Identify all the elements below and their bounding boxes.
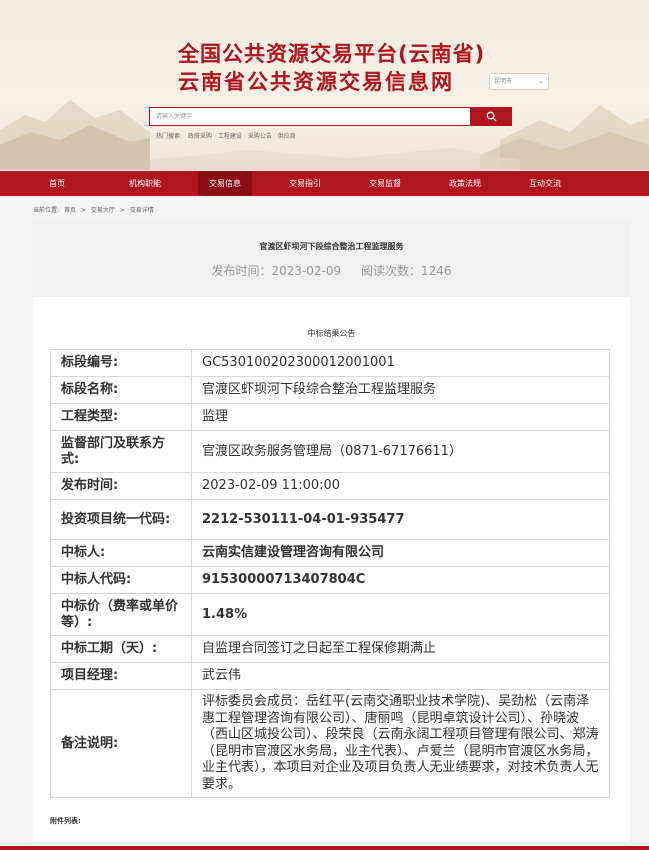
row-value: GC5301002023000120010​01 [191, 349, 610, 377]
row-key: 中标人: [50, 539, 192, 567]
footer-bar [0, 846, 649, 850]
row-key: 中标人代码: [50, 566, 192, 594]
row-value: 2212-530111-04-01-935477 [191, 499, 610, 540]
article-subtitle: 中标结果公告 [307, 329, 356, 338]
breadcrumb-separator: > [80, 207, 86, 214]
article-panel: 官渡区虾坝河下段综合整治工程监理服务 发布时间：2023-02-09 阅读次数：… [33, 222, 630, 842]
article-header: 官渡区虾坝河下段综合整治工程监理服务 发布时间：2023-02-09 阅读次数：… [33, 222, 630, 297]
row-key: 标段名称: [50, 376, 192, 404]
nav-item-trade-info[interactable]: 交易信息 [198, 171, 252, 196]
site-title-line1: 全国公共资源交易平台(云南省) [178, 42, 486, 66]
search-icon [486, 111, 497, 122]
table-row: 中标价（费率或单价等）: 1.48% [50, 593, 610, 636]
row-key: 标段编号: [50, 349, 192, 377]
chevron-down-icon: ⌄ [538, 77, 544, 85]
table-row: 投资项目统一代码: 2212-530111-04-01-935477 [50, 499, 610, 540]
search-input[interactable]: 请输入关键字 [149, 107, 471, 126]
nav-item-organization[interactable]: 机构职能 [118, 171, 172, 196]
row-key: 项目经理: [50, 662, 192, 690]
row-key: 备注说明: [50, 689, 192, 798]
table-row: 中标工期（天）: 自监理合同签订之日起至工程保修期满止 [50, 635, 610, 663]
row-value: 官渡区政务服务管理局（0871-67176611） [191, 430, 610, 473]
main-nav: 首页 机构职能 交易信息 交易指引 交易监督 政策法规 互动交流 [0, 171, 649, 196]
read-count: 阅读次数：1246 [361, 264, 452, 278]
city-select[interactable]: 昆明市 ⌄ [489, 73, 549, 90]
nav-item-interaction[interactable]: 互动交流 [518, 171, 572, 196]
nav-item-trade-guide[interactable]: 交易指引 [278, 171, 332, 196]
row-key: 投资项目统一代码: [50, 499, 192, 540]
search-button[interactable] [471, 107, 512, 126]
table-row: 项目经理: 武云伟 [50, 662, 610, 690]
hot-search-item[interactable]: 供应商 [278, 133, 296, 140]
table-row: 中标人: 云南实信建设管理咨询有限公司 [50, 539, 610, 567]
article-meta: 发布时间：2023-02-09 阅读次数：1246 [33, 262, 630, 279]
table-row: 标段名称: 官渡区虾坝河下段综合整治工程监理服务 [50, 376, 610, 404]
breadcrumb: 当前位置: 首页 > 交易大厅 > 交易详情 [33, 205, 157, 214]
table-row: 工程类型: 监理 [50, 403, 610, 431]
breadcrumb-item-home[interactable]: 首页 [64, 207, 76, 214]
hot-search-item[interactable]: 政府采购 [188, 133, 212, 140]
attachments-label: 附件列表: [50, 817, 81, 825]
nav-item-supervision[interactable]: 交易监督 [358, 171, 412, 196]
table-row: 备注说明: 评标委员会成员：岳红平(云南交通职业技术学院)、吴劲松（云南泽惠工程… [50, 689, 610, 798]
row-key: 监督部门及联系方式: [50, 430, 192, 473]
row-value: 云南实信建设管理咨询有限公司 [191, 539, 610, 567]
row-value: 2023-02-09 11:00:00 [191, 472, 610, 500]
nav-item-home[interactable]: 首页 [38, 171, 76, 196]
hot-search-label: 热门搜索: [156, 133, 183, 140]
article-title: 官渡区虾坝河下段综合整治工程监理服务 [259, 242, 404, 251]
nav-item-policy[interactable]: 政策法规 [438, 171, 492, 196]
table-row: 中标人代码: 91530000713407804C [50, 566, 610, 594]
site-title-line2: 云南省公共资源交易信息网 [178, 70, 454, 94]
row-value: 武云伟 [191, 662, 610, 690]
row-value: 评标委员会成员：岳红平(云南交通职业技术学院)、吴劲松（云南泽惠工程管理咨询有限… [191, 689, 610, 798]
hot-search-item[interactable]: 工程建设 [218, 133, 242, 140]
row-key: 中标工期（天）: [50, 635, 192, 663]
row-value: 官渡区虾坝河下段综合整治工程监理服务 [191, 376, 610, 404]
row-key: 中标价（费率或单价等）: [50, 593, 192, 636]
row-value: 自监理合同签订之日起至工程保修期满止 [191, 635, 610, 663]
breadcrumb-item-detail: 交易详情 [129, 207, 154, 214]
row-key: 工程类型: [50, 403, 192, 431]
table-row: 监督部门及联系方式: 官渡区政务服务管理局（0871-67176611） [50, 430, 610, 473]
publish-time: 发布时间：2023-02-09 [211, 264, 342, 278]
row-key: 发布时间: [50, 472, 192, 500]
hot-search-item[interactable]: 采购公告 [248, 133, 272, 140]
header-banner: 全国公共资源交易平台(云南省) 云南省公共资源交易信息网 昆明市 ⌄ 请输入关键… [0, 0, 649, 170]
row-value: 监理 [191, 403, 610, 431]
table-row: 发布时间: 2023-02-09 11:00:00 [50, 472, 610, 500]
breadcrumb-item-hall[interactable]: 交易大厅 [91, 207, 115, 214]
breadcrumb-separator: > [119, 207, 125, 214]
award-info-table: 标段编号: GC5301002023000120010​01 标段名称: 官渡区… [50, 349, 610, 798]
row-value: 1.48% [191, 593, 610, 636]
row-value: 91530000713407804C [191, 566, 610, 594]
hot-search: 热门搜索: 政府采购 工程建设 采购公告 供应商 [156, 131, 300, 140]
table-row: 标段编号: GC5301002023000120010​01 [50, 349, 610, 377]
city-select-value: 昆明市 [494, 78, 513, 85]
breadcrumb-prefix: 当前位置: [33, 207, 60, 214]
